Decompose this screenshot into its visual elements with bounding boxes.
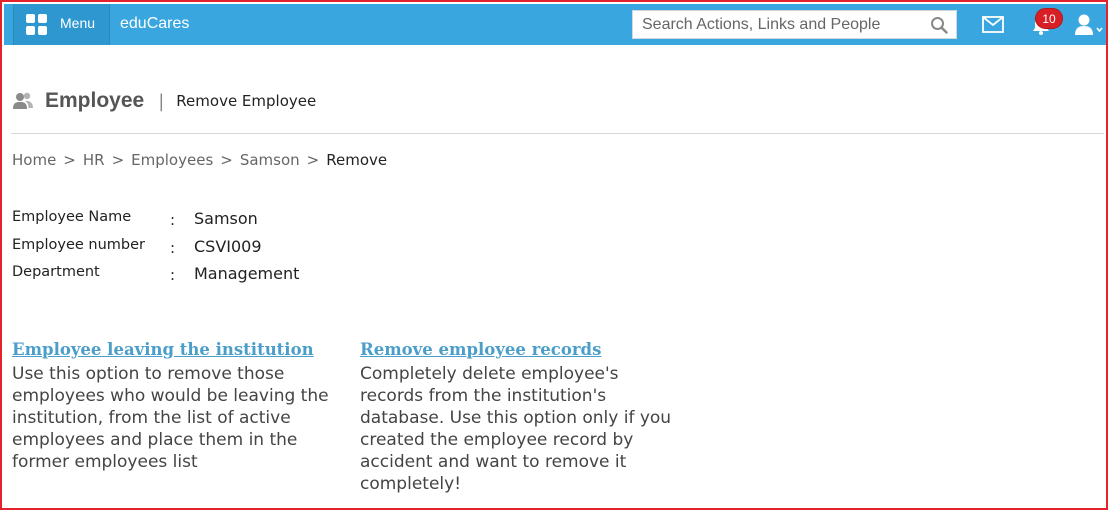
detail-colon: :: [170, 238, 176, 257]
page-title: Employee: [45, 89, 145, 112]
notification-badge[interactable]: 10: [1035, 8, 1063, 29]
breadcrumb-separator: >: [306, 151, 320, 169]
brand-link[interactable]: eduCares: [120, 15, 189, 33]
remove-records-link[interactable]: Remove employee records: [360, 340, 680, 359]
employee-name-value: Samson: [194, 209, 258, 228]
department-value: Management: [194, 264, 300, 283]
title-separator: |: [158, 90, 165, 112]
search-icon[interactable]: [930, 16, 948, 34]
option-employee-leaving: Employee leaving the institution Use thi…: [12, 340, 332, 473]
search-box: [632, 10, 957, 39]
breadcrumb: Home > HR > Employees > Samson > Remove: [12, 151, 387, 169]
detail-label: Department: [12, 264, 100, 280]
mail-icon[interactable]: [982, 16, 1004, 33]
employee-number-value: CSVI009: [194, 236, 262, 256]
detail-colon: :: [170, 266, 176, 284]
employee-leaving-link[interactable]: Employee leaving the institution: [12, 340, 332, 359]
menu-button[interactable]: Menu: [13, 4, 110, 45]
search-input[interactable]: [633, 11, 923, 38]
breadcrumb-hr[interactable]: HR: [83, 151, 105, 169]
breadcrumb-current: Remove: [326, 151, 388, 169]
employee-group-icon: [13, 92, 33, 109]
page-header: Employee | Remove Employee: [12, 88, 316, 114]
menu-label: Menu: [60, 15, 96, 31]
top-bar: Menu eduCares 10: [4, 4, 1106, 45]
breadcrumb-separator: >: [63, 151, 76, 169]
employee-leaving-description: Use this option to remove those employee…: [12, 364, 329, 472]
detail-label: Employee number: [12, 236, 146, 253]
breadcrumb-home[interactable]: Home: [12, 151, 56, 169]
detail-colon: :: [170, 211, 176, 229]
header-divider: [11, 133, 1104, 134]
breadcrumb-separator: >: [220, 151, 233, 169]
grid-icon: [26, 14, 48, 36]
option-remove-records: Remove employee records Completely delet…: [360, 340, 680, 495]
breadcrumb-employee-samson[interactable]: Samson: [240, 151, 300, 169]
breadcrumb-separator: >: [111, 151, 125, 169]
user-icon[interactable]: [1074, 13, 1104, 37]
remove-records-description: Completely delete employee's records fro…: [360, 364, 672, 494]
app-frame: Menu eduCares 10: [0, 0, 1108, 510]
breadcrumb-employees[interactable]: Employees: [131, 151, 213, 169]
page-subtitle: Remove Employee: [176, 92, 317, 110]
detail-label: Employee Name: [12, 209, 132, 225]
